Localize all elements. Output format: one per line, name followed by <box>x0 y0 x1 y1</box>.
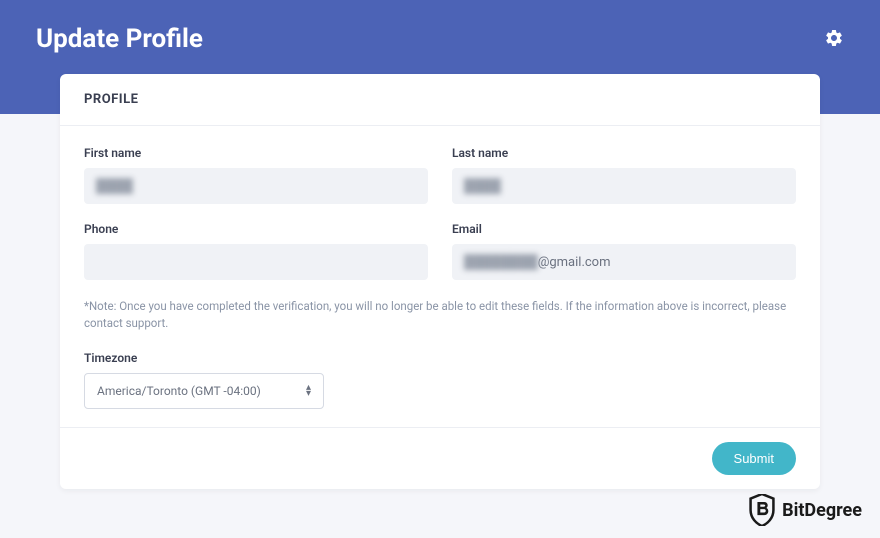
phone-group: Phone <box>84 222 428 280</box>
first-name-label: First name <box>84 146 428 160</box>
card-footer: Submit <box>60 427 820 489</box>
timezone-group: Timezone America/Toronto (GMT -04:00) ▴▾ <box>84 351 324 409</box>
email-field[interactable]: ████████ @gmail.com <box>452 244 796 280</box>
email-prefix: ████████ <box>464 254 538 270</box>
shield-icon <box>748 494 776 526</box>
first-name-group: First name ████ <box>84 146 428 204</box>
first-name-field[interactable]: ████ <box>84 168 428 204</box>
watermark-text: BitDegree <box>782 500 862 521</box>
profile-card: PROFILE First name ████ Last name ████ P… <box>60 74 820 489</box>
phone-field[interactable] <box>84 244 428 280</box>
submit-button[interactable]: Submit <box>712 442 796 475</box>
timezone-value: America/Toronto (GMT -04:00) <box>97 384 261 398</box>
last-name-label: Last name <box>452 146 796 160</box>
first-name-value: ████ <box>96 179 133 194</box>
card-body: First name ████ Last name ████ Phone Ema… <box>60 126 820 427</box>
last-name-group: Last name ████ <box>452 146 796 204</box>
page-title: Update Profile <box>36 24 203 54</box>
email-label: Email <box>452 222 796 236</box>
email-suffix: @gmail.com <box>538 255 611 270</box>
card-title: PROFILE <box>84 92 796 107</box>
gear-icon[interactable] <box>824 28 844 48</box>
last-name-field[interactable]: ████ <box>452 168 796 204</box>
form-row: First name ████ Last name ████ <box>84 146 796 204</box>
select-arrows-icon: ▴▾ <box>306 385 311 397</box>
timezone-select[interactable]: America/Toronto (GMT -04:00) ▴▾ <box>84 373 324 409</box>
form-row: Phone Email ████████ @gmail.com <box>84 222 796 280</box>
watermark: BitDegree <box>748 494 862 526</box>
last-name-value: ████ <box>464 179 501 194</box>
phone-label: Phone <box>84 222 428 236</box>
email-group: Email ████████ @gmail.com <box>452 222 796 280</box>
verification-note: *Note: Once you have completed the verif… <box>84 298 796 333</box>
timezone-label: Timezone <box>84 351 324 365</box>
card-header: PROFILE <box>60 74 820 126</box>
